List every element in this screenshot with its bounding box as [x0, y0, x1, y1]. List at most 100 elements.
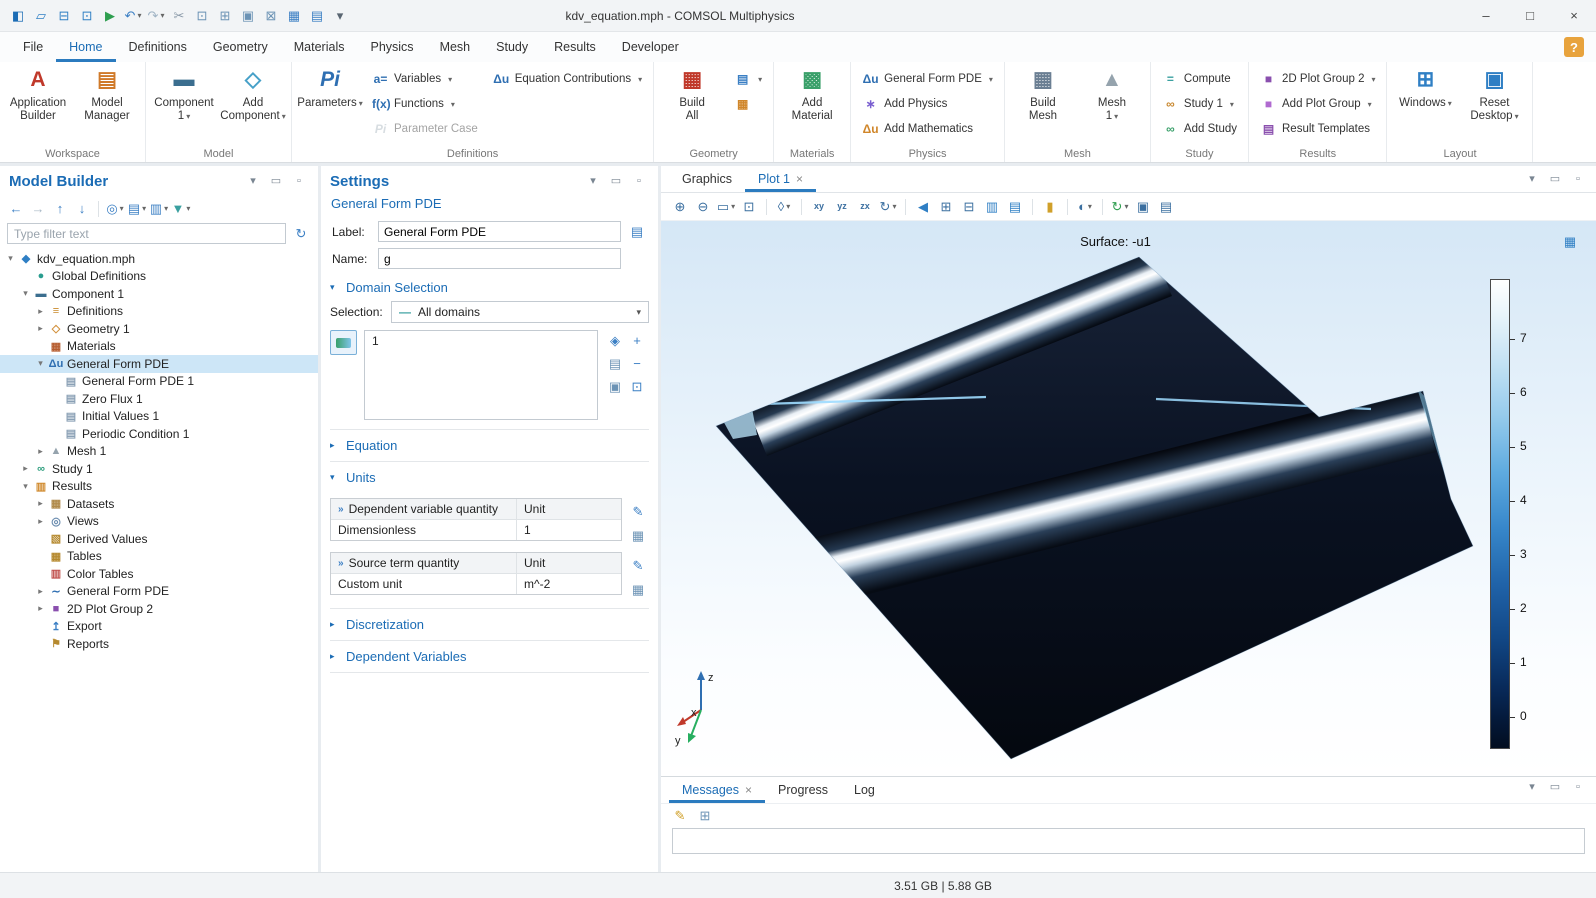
tree-expand-icon[interactable]: ▸: [34, 586, 47, 597]
paste-selection-button[interactable]: ▣: [605, 376, 625, 396]
tree-item-definitions[interactable]: ▸≡Definitions: [0, 303, 318, 321]
zoom-out-button[interactable]: ⊖: [693, 197, 713, 217]
functions-button[interactable]: f(x)Functions▾: [367, 92, 483, 116]
tree-item-export[interactable]: ↥Export: [0, 618, 318, 636]
reset-desktop-button[interactable]: ▣ResetDesktop▾: [1462, 65, 1526, 145]
add-to-selection-button[interactable]: +: [627, 330, 647, 350]
tree-item-materials[interactable]: ▦Materials: [0, 338, 318, 356]
selection-list[interactable]: 1: [364, 330, 598, 420]
dependent-variables-header[interactable]: Dependent Variables: [330, 643, 649, 670]
show-options-button[interactable]: ◎▾: [105, 199, 125, 219]
update-plot-button[interactable]: ↻▾: [1110, 197, 1130, 217]
tree-item-general-form-pde[interactable]: ▸∼General Form PDE: [0, 583, 318, 601]
paste-button[interactable]: ▣: [238, 6, 258, 26]
plot-in-window-button[interactable]: ▥: [982, 197, 1002, 217]
tree-item-reports[interactable]: ⚑Reports: [0, 635, 318, 653]
tree-item-general-form-pde-1[interactable]: ▤General Form PDE 1: [0, 373, 318, 391]
tree-expand-icon[interactable]: ▸: [34, 446, 47, 457]
move-down-button[interactable]: ↓: [72, 199, 92, 219]
open-button[interactable]: ▱: [31, 6, 51, 26]
unit-table-button[interactable]: ▦: [627, 579, 649, 599]
refresh-button[interactable]: ↻: [291, 224, 311, 244]
copy-selection-button[interactable]: ▤: [605, 353, 625, 373]
tree-item-kdv-equation-mph[interactable]: ▾◆kdv_equation.mph: [0, 250, 318, 268]
close-icon[interactable]: ×: [796, 172, 803, 186]
tree-expand-icon[interactable]: ▸: [34, 516, 47, 527]
remove-from-selection-button[interactable]: −: [627, 353, 647, 373]
cut-button[interactable]: ✂: [169, 6, 189, 26]
model-manager-button[interactable]: ▤ModelManager: [75, 65, 139, 145]
view-yz-button[interactable]: yz: [832, 197, 852, 217]
messages-tab-progress[interactable]: Progress: [765, 777, 841, 803]
view-zx-button[interactable]: zx: [855, 197, 875, 217]
tree-expand-icon[interactable]: ▸: [34, 323, 47, 334]
selection-dropdown[interactable]: — All domains: [391, 301, 649, 323]
tree-expand-icon[interactable]: ▸: [34, 306, 47, 317]
tree-item-color-tables[interactable]: ▥Color Tables: [0, 565, 318, 583]
edit-unit-button[interactable]: ✎: [627, 555, 649, 575]
panel-menu-button[interactable]: ▾: [1522, 169, 1542, 189]
node-text-button[interactable]: ▤▾: [127, 199, 147, 219]
back-button[interactable]: ←: [6, 199, 26, 219]
add-mathematics-button[interactable]: ΔuAdd Mathematics: [857, 117, 998, 141]
dock-window-button[interactable]: ▤: [1005, 197, 1025, 217]
save-button[interactable]: ⊟: [54, 6, 74, 26]
result-templates-button[interactable]: ▤Result Templates: [1255, 117, 1380, 141]
add-component-button[interactable]: ◇AddComponent▾: [221, 65, 285, 145]
zoom-in-button[interactable]: ⊕: [670, 197, 690, 217]
tree-collapse-icon[interactable]: ▾: [19, 481, 32, 492]
search-model-button[interactable]: ⊡: [77, 6, 97, 26]
help-button[interactable]: ?: [1564, 37, 1584, 57]
rename-button[interactable]: ▤: [627, 222, 647, 242]
tree-collapse-icon[interactable]: ▾: [19, 288, 32, 299]
redo-button[interactable]: ↷▾: [146, 6, 166, 26]
zoom-extents-button[interactable]: ⊡: [739, 197, 759, 217]
tree-item-initial-values-1[interactable]: ▤Initial Values 1: [0, 408, 318, 426]
messages-tab-log[interactable]: Log: [841, 777, 888, 803]
insert-sequence-button[interactable]: ▤▾: [729, 67, 767, 91]
windows-button[interactable]: ⊞Windows▾: [1393, 65, 1457, 145]
tree-item-results[interactable]: ▾▥Results: [0, 478, 318, 496]
name-input[interactable]: [378, 248, 621, 269]
maximize-button[interactable]: □: [1508, 0, 1552, 31]
plot-canvas[interactable]: Surface: -u1 ▦: [661, 221, 1596, 776]
variables-button[interactable]: a=Variables▾: [367, 67, 483, 91]
add-plot-group-button[interactable]: ■Add Plot Group▾: [1255, 92, 1380, 116]
component-1-button[interactable]: ▬Component1▾: [152, 65, 216, 145]
image-to-clipboard-button[interactable]: ⊞: [936, 197, 956, 217]
go-to-default-view-button[interactable]: ◊▾: [774, 197, 794, 217]
clear-messages-button[interactable]: ✎: [670, 806, 690, 826]
sound-button[interactable]: ◀: [913, 197, 933, 217]
active-selection-toggle[interactable]: [330, 330, 357, 355]
graphics-tab-graphics[interactable]: Graphics: [669, 166, 745, 192]
run-button[interactable]: ▶: [100, 6, 120, 26]
tree-expand-icon[interactable]: ▸: [19, 463, 32, 474]
tree-item-general-form-pde[interactable]: ▾ΔuGeneral Form PDE: [0, 355, 318, 373]
create-selection-button[interactable]: ◈: [605, 330, 625, 350]
menu-tab-mesh[interactable]: Mesh: [427, 32, 484, 62]
domain-selection-header[interactable]: Domain Selection: [330, 274, 649, 301]
discretization-header[interactable]: Discretization: [330, 611, 649, 638]
plot-settings-button[interactable]: ▦: [1560, 231, 1580, 251]
menu-tab-study[interactable]: Study: [483, 32, 541, 62]
build-all-button[interactable]: ▦BuildAll: [660, 65, 724, 145]
menu-tab-developer[interactable]: Developer: [609, 32, 692, 62]
selection-list-item[interactable]: 1: [372, 334, 590, 348]
tree-item-zero-flux-1[interactable]: ▤Zero Flux 1: [0, 390, 318, 408]
messages-output[interactable]: [672, 828, 1585, 854]
equation-header[interactable]: Equation: [330, 432, 649, 459]
filter-input[interactable]: [7, 223, 286, 244]
menu-tab-definitions[interactable]: Definitions: [116, 32, 200, 62]
add-material-button[interactable]: ▩AddMaterial: [780, 65, 844, 145]
parameter-case-button[interactable]: PiParameter Case: [367, 117, 483, 141]
add-physics-button[interactable]: ∗Add Physics: [857, 92, 998, 116]
zoom-box-button[interactable]: ▭▾: [716, 197, 736, 217]
move-up-button[interactable]: ↑: [50, 199, 70, 219]
tree-item-derived-values[interactable]: ▧Derived Values: [0, 530, 318, 548]
panel-float-button[interactable]: ▭: [1545, 777, 1565, 797]
tree-item-periodic-condition-1[interactable]: ▤Periodic Condition 1: [0, 425, 318, 443]
add-study-button[interactable]: ∞Add Study: [1157, 117, 1242, 141]
tree-item-global-definitions[interactable]: ●Global Definitions: [0, 268, 318, 286]
general-form-pde-interface-button[interactable]: ΔuGeneral Form PDE▾: [857, 67, 998, 91]
tree-item-views[interactable]: ▸◎Views: [0, 513, 318, 531]
